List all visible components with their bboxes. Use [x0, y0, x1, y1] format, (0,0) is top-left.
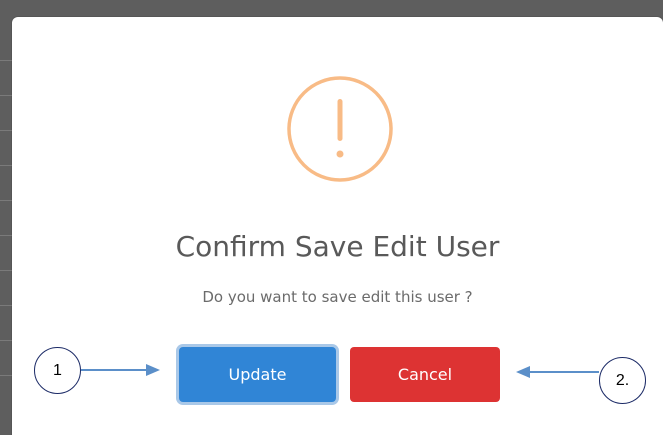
backdrop-divider — [0, 95, 12, 96]
backdrop-divider — [0, 340, 12, 341]
backdrop-divider — [0, 270, 12, 271]
warning-exclamation-icon — [287, 76, 393, 182]
backdrop-divider — [0, 130, 12, 131]
backdrop-divider — [0, 305, 12, 306]
backdrop-divider — [0, 375, 12, 376]
backdrop-divider — [0, 200, 12, 201]
backdrop-divider — [0, 235, 12, 236]
confirm-dialog: Confirm Save Edit User Do you want to sa… — [12, 17, 663, 435]
dialog-message: Do you want to save edit this user ? — [202, 288, 473, 306]
update-button[interactable]: Update — [179, 347, 336, 402]
callout-marker-2: 2. — [599, 357, 646, 404]
backdrop-divider — [0, 165, 12, 166]
cancel-button[interactable]: Cancel — [350, 347, 500, 402]
backdrop-divider — [0, 60, 12, 61]
dialog-title: Confirm Save Edit User — [175, 230, 500, 263]
callout-marker-1: 1 — [34, 347, 81, 394]
